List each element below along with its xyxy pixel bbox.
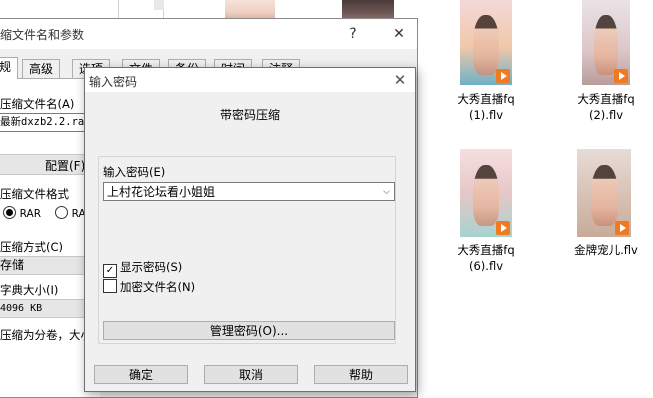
video-thumbnail[interactable]: [582, 0, 630, 85]
video-thumbnail[interactable]: [577, 149, 631, 237]
file-name[interactable]: 金牌宠儿.flv: [566, 242, 646, 258]
password-input[interactable]: 上村花论坛看小姐姐 ⌵: [103, 182, 395, 201]
file-name[interactable]: 大秀直播fq (6).flv: [448, 242, 524, 274]
show-password-checkbox[interactable]: ✓ 显示密码(S): [103, 260, 182, 278]
archive-name-label: 压缩文件名(A): [0, 97, 75, 111]
password-dialog-heading: 带密码压缩: [219, 108, 280, 122]
radio-icon: [3, 206, 16, 219]
video-thumbnail[interactable]: [460, 0, 512, 85]
split-volumes-label: 压缩为分卷，大小: [0, 328, 92, 342]
compression-method-label: 压缩方式(C): [0, 240, 64, 254]
tab-advanced[interactable]: 高级: [22, 59, 61, 78]
document-icon[interactable]: [118, 0, 164, 19]
file-name[interactable]: 大秀直播fq (2).flv: [568, 91, 644, 123]
help-button[interactable]: 帮助: [314, 365, 408, 384]
video-play-icon: [614, 69, 628, 83]
dialog-titlebar: 缩文件名和参数 ? ✕: [0, 19, 417, 49]
video-play-icon: [496, 221, 510, 235]
enter-password-dialog: 输入密码 ✕ 带密码压缩 输入密码(E) 上村花论坛看小姐姐 ⌵ ✓ 显示密码(S…: [84, 67, 416, 392]
help-icon[interactable]: ?: [342, 23, 364, 45]
cancel-button[interactable]: 取消: [204, 365, 298, 384]
encrypt-file-names-checkbox[interactable]: 加密文件名(N): [103, 279, 195, 294]
dictionary-size-label: 字典大小(I): [0, 283, 59, 297]
video-play-icon: [496, 69, 510, 83]
password-dialog-titlebar: 输入密码 ✕: [85, 68, 415, 92]
dialog-title: 缩文件名和参数: [0, 28, 85, 42]
checkbox-checked-icon: ✓: [103, 264, 117, 278]
close-icon[interactable]: ✕: [388, 23, 410, 45]
tab-general[interactable]: 规: [0, 57, 19, 79]
ok-button[interactable]: 确定: [94, 365, 188, 384]
close-icon[interactable]: ✕: [389, 70, 411, 90]
archive-name-input[interactable]: 最新dxzb2.2.rar: [0, 113, 96, 132]
profiles-button[interactable]: 配置(F): [45, 157, 85, 174]
format-rar-radio[interactable]: RAR: [3, 206, 41, 220]
organize-passwords-button[interactable]: 管理密码(O)...: [103, 321, 395, 340]
password-label: 输入密码(E): [103, 165, 166, 179]
file-thumbnail[interactable]: [225, 0, 275, 20]
file-thumbnail[interactable]: [342, 0, 394, 20]
video-thumbnail[interactable]: [460, 149, 512, 237]
archive-format-label: 压缩文件格式: [0, 187, 69, 201]
password-dialog-title: 输入密码: [89, 75, 138, 89]
chevron-down-icon[interactable]: ⌵: [383, 183, 390, 202]
radio-icon: [55, 206, 68, 219]
file-name[interactable]: 大秀直播fq (1).flv: [448, 91, 524, 123]
video-play-icon: [615, 221, 629, 235]
checkbox-unchecked-icon: [103, 279, 117, 293]
